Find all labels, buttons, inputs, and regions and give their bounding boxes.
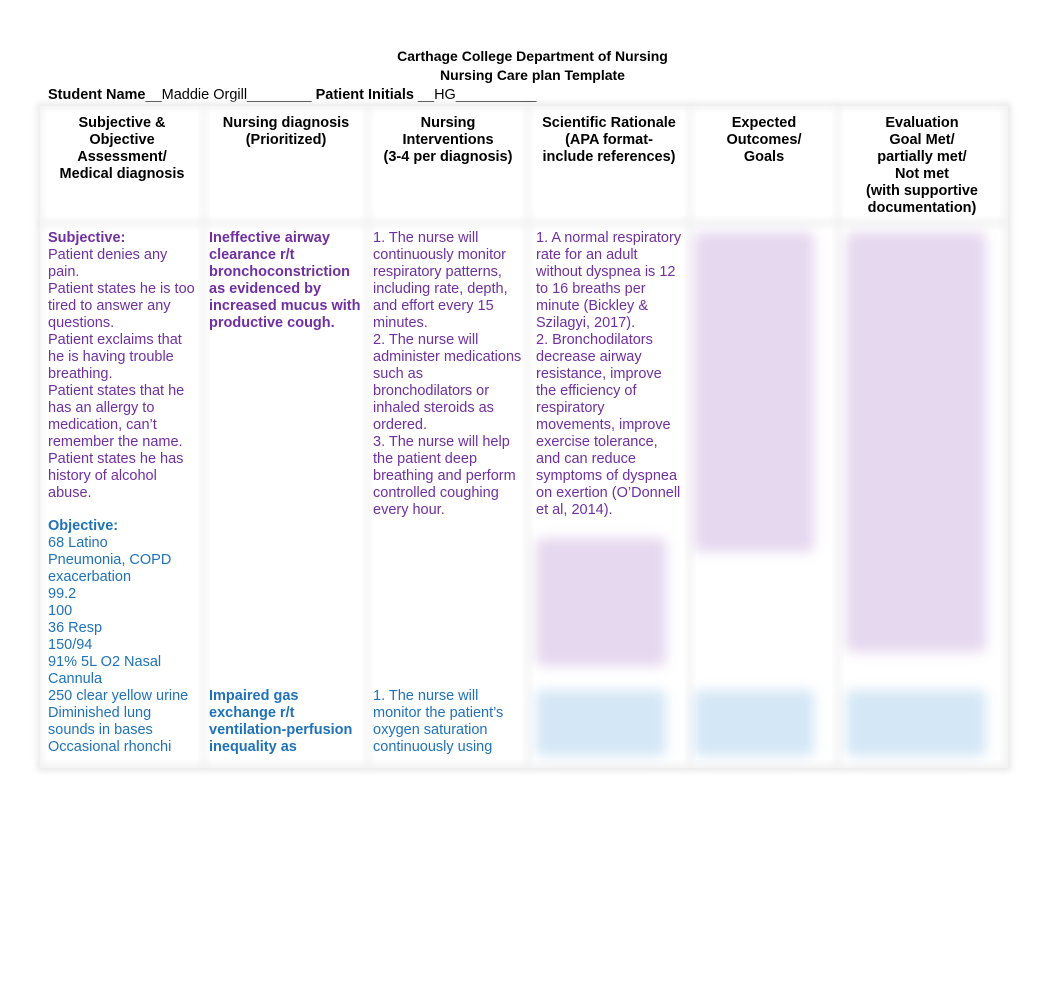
redacted-outcomes xyxy=(694,690,814,756)
template-title: Nursing Care plan Template xyxy=(440,67,625,83)
intervention-item: 2. The nurse will administer medications… xyxy=(373,332,522,433)
name-bar: Student Name__Maddie Orgill________ Pati… xyxy=(48,87,536,104)
subjective-item: Patient states he has history of alcohol… xyxy=(48,451,184,501)
rationale-item: 2. Bronchodilators decrease airway resis… xyxy=(536,332,681,518)
column-header-diagnosis: Nursing diagnosis (Prioritized) xyxy=(222,115,350,148)
objective-item: 99.2 xyxy=(48,586,77,602)
diagnosis-2: Impaired gas exchange r/t ventilation-pe… xyxy=(209,688,353,755)
objective-item: 91% 5L O2 Nasal Cannula xyxy=(48,654,162,687)
column-header-interventions: Nursing Interventions (3-4 per diagnosis… xyxy=(383,115,513,165)
subjective-item: Patient states he is too tired to answer… xyxy=(48,281,195,331)
intervention-item: 1. The nurse will continuously monitor r… xyxy=(373,230,508,331)
redacted-rationale xyxy=(536,538,666,666)
rationale-item: 1. A normal respiratory rate for an adul… xyxy=(536,230,682,331)
column-header-assessment: Subjective & Objective Assessment/ Medic… xyxy=(59,115,185,182)
objective-item: 100 xyxy=(48,603,73,619)
column-header-outcomes: Expected Outcomes/ Goals xyxy=(726,115,802,165)
patient-initials-value: __HG__________ xyxy=(417,87,537,103)
subjective-item: Patient denies any pain. xyxy=(48,247,168,280)
objective-item: 36 Resp xyxy=(48,620,103,636)
intervention-item: 1. The nurse will monitor the patient’s … xyxy=(373,688,504,755)
redacted-evaluation xyxy=(846,690,986,756)
rationales-1: 1. A normal respiratory rate for an adul… xyxy=(536,230,684,519)
patient-initials-label: Patient Initials xyxy=(315,87,414,103)
objective-item: Occasional rhonchi xyxy=(48,739,172,755)
student-name-value: __Maddie Orgill________ xyxy=(145,87,312,103)
objective-heading: Objective: xyxy=(48,518,119,534)
subjective-heading: Subjective: xyxy=(48,230,126,246)
care-plan-table: Subjective & Objective Assessment/ Medic… xyxy=(40,106,1008,768)
objective-item: 68 Latino xyxy=(48,535,108,551)
redacted-evaluation xyxy=(846,232,986,652)
column-header-rationale: Scientific Rationale (APA format- includ… xyxy=(542,115,676,165)
assessment-content: Subjective: Patient denies any pain. Pat… xyxy=(48,230,196,756)
redacted-rationale xyxy=(536,690,666,756)
redacted-outcomes xyxy=(694,232,814,552)
diagnosis-1: Ineffective airway clearance r/t broncho… xyxy=(209,230,361,331)
objective-item: 150/94 xyxy=(48,637,93,653)
objective-item: Pneumonia, COPD exacerbation xyxy=(48,552,172,585)
subjective-item: Patient exclaims that he is having troub… xyxy=(48,332,182,382)
interventions-1: 1. The nurse will continuously monitor r… xyxy=(373,230,523,519)
student-name-label: Student Name xyxy=(48,87,146,103)
objective-item: Diminished lung sounds in bases xyxy=(48,705,153,738)
column-header-evaluation: Evaluation Goal Met/ partially met/ Not … xyxy=(866,115,978,216)
intervention-item: 3. The nurse will help the patient deep … xyxy=(373,434,516,518)
institution-title: Carthage College Department of Nursing xyxy=(397,48,668,64)
interventions-2: 1. The nurse will monitor the patient’s … xyxy=(373,688,517,756)
subjective-item: Patient states that he has an allergy to… xyxy=(48,383,185,450)
objective-item: 250 clear yellow urine xyxy=(48,688,189,704)
